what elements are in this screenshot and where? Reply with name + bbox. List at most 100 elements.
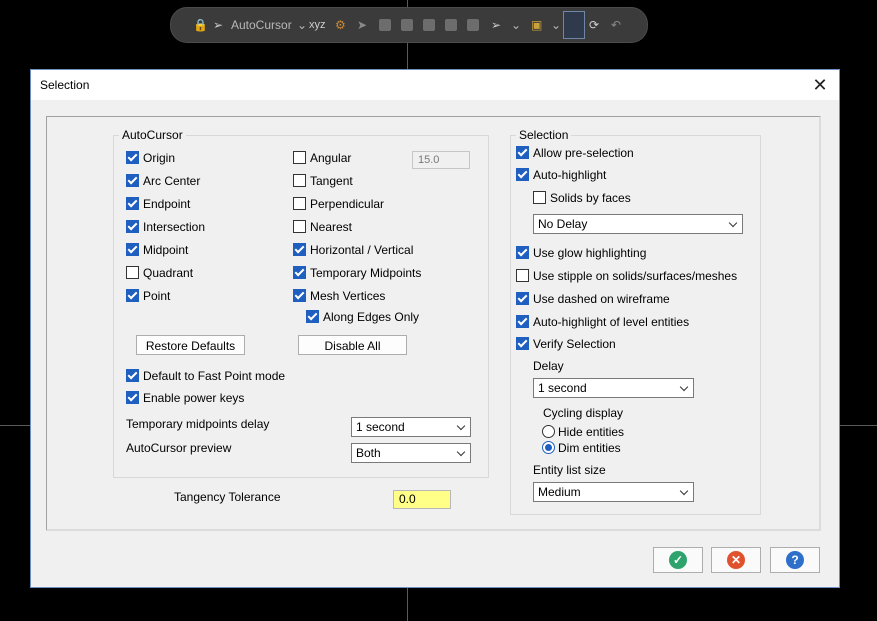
autocursor-arc-center-checkbox[interactable]: Arc Center <box>126 173 200 189</box>
checkbox-label: Verify Selection <box>533 337 616 351</box>
marquee-icon[interactable]: ▣ <box>531 16 542 34</box>
lock-icon[interactable]: 🔒 <box>193 16 208 34</box>
xyz-icon[interactable]: xyz <box>309 16 326 34</box>
checkbox-box <box>293 151 306 165</box>
chevron-down-icon <box>728 218 738 228</box>
checkbox-box <box>126 369 139 383</box>
box-icon[interactable] <box>401 19 413 31</box>
checkbox-label: Intersection <box>143 220 206 234</box>
checkbox-label: Endpoint <box>143 197 191 211</box>
help-question-icon: ? <box>786 551 804 569</box>
cursor-select-icon[interactable]: ➢ <box>213 16 223 34</box>
checkbox-box <box>293 243 306 257</box>
checkbox-box <box>516 315 529 329</box>
autocursor-perpendicular-checkbox[interactable]: Perpendicular <box>293 196 384 212</box>
check-icon: ✓ <box>669 551 687 569</box>
checkbox-box <box>516 269 529 283</box>
disable-all-button[interactable]: Disable All <box>298 335 407 355</box>
cube-icon[interactable] <box>423 19 435 31</box>
cancel-x-icon: ✕ <box>727 551 745 569</box>
selection-group-title: Selection <box>516 128 572 142</box>
restore-defaults-button[interactable]: Restore Defaults <box>136 335 245 355</box>
autocursor-toolbar-label[interactable]: AutoCursor <box>231 16 292 34</box>
autocursor-group-title: AutoCursor <box>119 128 186 142</box>
checkbox-label: Horizontal / Vertical <box>310 243 414 257</box>
checkbox-box <box>516 168 529 182</box>
checkbox-label: Perpendicular <box>310 197 385 211</box>
select-mode-icon[interactable] <box>467 19 479 31</box>
autocursor-angular-checkbox[interactable]: Angular <box>293 150 351 166</box>
along-edges-only-checkbox[interactable]: Along Edges Only <box>306 309 419 325</box>
verify-selection-checkbox[interactable]: Verify Selection <box>516 336 616 352</box>
autocursor-endpoint-checkbox[interactable]: Endpoint <box>126 196 190 212</box>
dim-entities-radio[interactable]: Dim entities <box>542 440 621 456</box>
box-icon[interactable] <box>445 19 457 31</box>
autocursor-intersection-checkbox[interactable]: Intersection <box>126 219 205 235</box>
checkbox-label: Use stipple on solids/surfaces/meshes <box>533 269 738 283</box>
stipple-checkbox[interactable]: Use stipple on solids/surfaces/meshes <box>516 268 737 284</box>
checkbox-label: Solids by faces <box>550 191 631 205</box>
pointer-icon[interactable]: ➤ <box>357 16 367 34</box>
allow-preselection-checkbox[interactable]: Allow pre-selection <box>516 145 634 161</box>
highlight-delay-dropdown[interactable]: No Delay <box>533 214 743 234</box>
autocursor-preview-label: AutoCursor preview <box>126 441 232 455</box>
temp-midpoints-delay-label: Temporary midpoints delay <box>126 417 270 431</box>
dropdown-value: No Delay <box>538 217 588 231</box>
checkbox-box <box>126 151 139 165</box>
autocursor-horizontal-vertical-checkbox[interactable]: Horizontal / Vertical <box>293 242 413 258</box>
autocursor-midpoint-checkbox[interactable]: Midpoint <box>126 242 188 258</box>
autocursor-temporary-midpoints-checkbox[interactable]: Temporary Midpoints <box>293 265 421 281</box>
entity-list-size-dropdown[interactable]: Medium <box>533 482 694 502</box>
solids-by-faces-checkbox[interactable]: Solids by faces <box>533 190 631 206</box>
checkbox-label: Quadrant <box>143 266 194 280</box>
settings-icon[interactable]: ⚙ <box>335 16 346 34</box>
tangency-tolerance-label: Tangency Tolerance <box>174 490 281 504</box>
chevron-down-icon[interactable]: ⌄ <box>551 16 561 34</box>
checkbox-label: Use dashed on wireframe <box>533 292 670 306</box>
autocursor-point-checkbox[interactable]: Point <box>126 288 170 304</box>
checkbox-box <box>293 220 306 234</box>
glow-highlighting-checkbox[interactable]: Use glow highlighting <box>516 245 646 261</box>
angular-value-field[interactable]: 15.0 <box>412 151 470 169</box>
selection-toolbar: 🔒 ➢ AutoCursor ⌄ xyz ⚙ ➤ ➢ ⌄ ▣ ⌄ ⟳ ↶ <box>170 7 648 43</box>
checkbox-box <box>126 243 139 257</box>
fast-point-mode-checkbox[interactable]: Default to Fast Point mode <box>126 368 285 384</box>
auto-highlight-checkbox[interactable]: Auto-highlight <box>516 167 606 183</box>
select-mode-icon[interactable]: ➢ <box>491 16 501 34</box>
autocursor-origin-checkbox[interactable]: Origin <box>126 150 175 166</box>
level-entities-checkbox[interactable]: Auto-highlight of level entities <box>516 314 689 330</box>
undo-icon[interactable]: ↶ <box>611 16 621 34</box>
solid-icon[interactable] <box>379 19 391 31</box>
checkbox-label: Temporary Midpoints <box>310 266 422 280</box>
chevron-down-icon[interactable]: ⌄ <box>297 16 307 34</box>
verify-delay-dropdown[interactable]: 1 second <box>533 378 694 398</box>
checkbox-box <box>516 246 529 260</box>
checkbox-label: Allow pre-selection <box>533 146 634 160</box>
glow-select-icon[interactable] <box>563 11 585 39</box>
temp-midpoints-delay-dropdown[interactable]: 1 second <box>351 417 471 437</box>
autocursor-nearest-checkbox[interactable]: Nearest <box>293 219 352 235</box>
help-button[interactable]: ? <box>770 547 820 573</box>
ok-button[interactable]: ✓ <box>653 547 703 573</box>
checkbox-box <box>126 174 139 188</box>
refresh-icon[interactable]: ⟳ <box>589 16 599 34</box>
delay-label: Delay <box>533 359 564 373</box>
power-keys-checkbox[interactable]: Enable power keys <box>126 390 244 406</box>
chevron-down-icon <box>456 421 466 431</box>
autocursor-mesh-vertices-checkbox[interactable]: Mesh Vertices <box>293 288 385 304</box>
autocursor-tangent-checkbox[interactable]: Tangent <box>293 173 353 189</box>
hide-entities-radio[interactable]: Hide entities <box>542 424 624 440</box>
dashed-wireframe-checkbox[interactable]: Use dashed on wireframe <box>516 291 670 307</box>
checkbox-label: Along Edges Only <box>323 310 420 324</box>
dropdown-value: 1 second <box>356 420 405 434</box>
chevron-down-icon <box>679 382 689 392</box>
autocursor-quadrant-checkbox[interactable]: Quadrant <box>126 265 193 281</box>
close-icon[interactable]: ✕ <box>809 74 831 96</box>
cancel-button[interactable]: ✕ <box>711 547 761 573</box>
chevron-down-icon[interactable]: ⌄ <box>511 16 521 34</box>
tangency-tolerance-field[interactable]: 0.0 <box>393 490 451 509</box>
checkbox-box <box>516 337 529 351</box>
autocursor-preview-dropdown[interactable]: Both <box>351 443 471 463</box>
checkbox-label: Midpoint <box>143 243 189 257</box>
cycling-display-label: Cycling display <box>543 406 624 420</box>
